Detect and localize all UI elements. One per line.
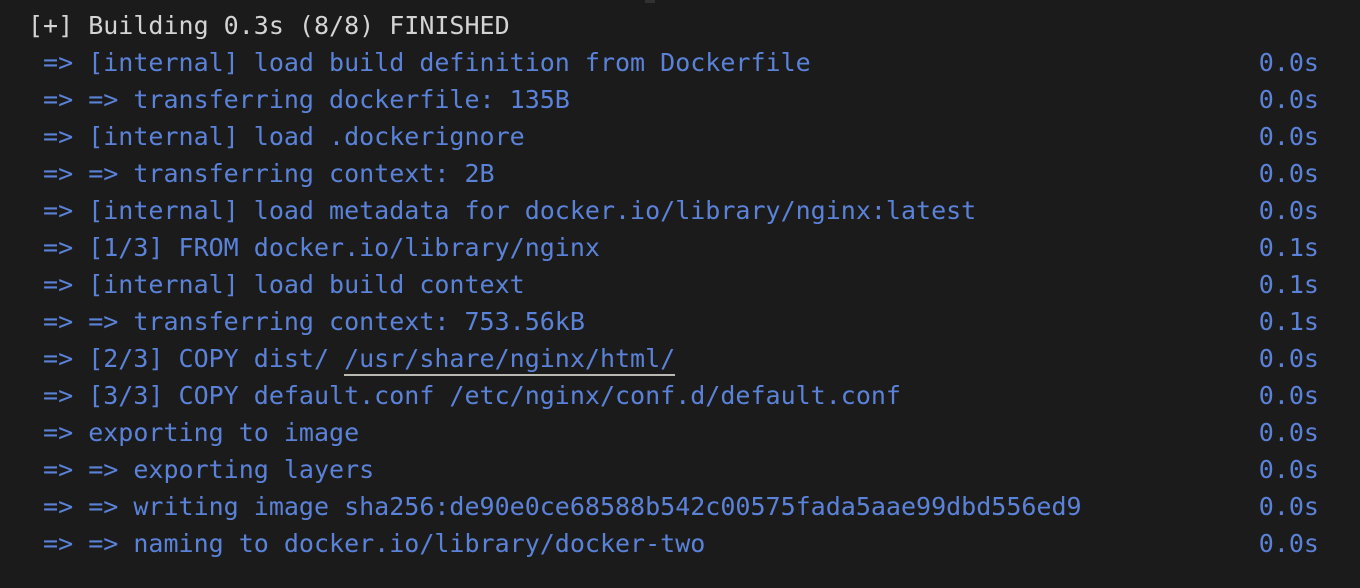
line-text: => => exporting layers bbox=[28, 455, 375, 484]
line-text: => [3/3] COPY default.conf /etc/nginx/co… bbox=[28, 381, 901, 410]
line-text: => => transferring dockerfile: 135B bbox=[28, 85, 570, 114]
line-text: => [internal] load metadata for docker.i… bbox=[28, 196, 977, 225]
build-summary-line: [+] Building 0.3s (8/8) FINISHED bbox=[0, 7, 1360, 44]
line-text: => => naming to docker.io/library/docker… bbox=[28, 529, 706, 558]
step-duration: 0.0s bbox=[1258, 196, 1319, 225]
step-duration: 0.1s bbox=[1258, 233, 1319, 262]
build-step-line: => [internal] load build definition from… bbox=[0, 44, 1360, 81]
build-step-line: => [internal] load .dockerignore 0.0s bbox=[0, 118, 1360, 155]
step-duration: 0.0s bbox=[1258, 529, 1319, 558]
step-duration: 0.0s bbox=[1258, 159, 1319, 188]
build-step-line: => exporting to image 0.0s bbox=[0, 414, 1360, 451]
step-duration: 0.0s bbox=[1258, 455, 1319, 484]
line-text: => => transferring context: 753.56kB bbox=[28, 307, 585, 336]
step-duration: 0.0s bbox=[1258, 492, 1319, 521]
step-duration: 0.0s bbox=[1258, 344, 1319, 373]
scrollback-remnant bbox=[645, 0, 655, 3]
build-output-log: [+] Building 0.3s (8/8) FINISHED => [int… bbox=[0, 7, 1360, 562]
build-step-line: => => transferring dockerfile: 135B 0.0s bbox=[0, 81, 1360, 118]
build-step-line: => [2/3] COPY dist/ /usr/share/nginx/htm… bbox=[0, 340, 1360, 377]
terminal-window[interactable]: [+] Building 0.3s (8/8) FINISHED => [int… bbox=[0, 0, 1360, 588]
build-step-line: => [1/3] FROM docker.io/library/nginx 0.1… bbox=[0, 229, 1360, 266]
line-text: => [2/3] COPY dist/ /usr/share/nginx/htm… bbox=[28, 340, 676, 377]
line-text: => [internal] load build definition from… bbox=[28, 48, 811, 77]
build-step-line: => => exporting layers 0.0s bbox=[0, 451, 1360, 488]
build-step-line: => => transferring context: 2B 0.0s bbox=[0, 155, 1360, 192]
build-step-line: => [internal] load build context 0.1s bbox=[0, 266, 1360, 303]
build-step-line: => => naming to docker.io/library/docker… bbox=[0, 525, 1360, 562]
step-duration: 0.0s bbox=[1258, 122, 1319, 151]
line-text: [+] Building 0.3s (8/8) FINISHED bbox=[28, 11, 510, 40]
line-text: => [internal] load .dockerignore bbox=[28, 122, 525, 151]
step-duration: 0.0s bbox=[1258, 85, 1319, 114]
build-step-line: => [internal] load metadata for docker.i… bbox=[0, 192, 1360, 229]
path-link[interactable]: /usr/share/nginx/html/ bbox=[344, 344, 676, 376]
line-text: => exporting to image bbox=[28, 418, 360, 447]
build-step-line: => => writing image sha256:de90e0ce68588… bbox=[0, 488, 1360, 525]
build-step-line: => => transferring context: 753.56kB 0.1s bbox=[0, 303, 1360, 340]
step-duration: 0.0s bbox=[1258, 381, 1319, 410]
step-duration: 0.0s bbox=[1258, 418, 1319, 447]
line-text: => => transferring context: 2B bbox=[28, 159, 495, 188]
step-duration: 0.1s bbox=[1258, 270, 1319, 299]
step-duration: 0.1s bbox=[1258, 307, 1319, 336]
line-text: => [internal] load build context bbox=[28, 270, 525, 299]
line-text: => => writing image sha256:de90e0ce68588… bbox=[28, 492, 1082, 521]
line-text: => [1/3] FROM docker.io/library/nginx bbox=[28, 233, 600, 262]
build-step-line: => [3/3] COPY default.conf /etc/nginx/co… bbox=[0, 377, 1360, 414]
step-duration: 0.0s bbox=[1258, 48, 1319, 77]
